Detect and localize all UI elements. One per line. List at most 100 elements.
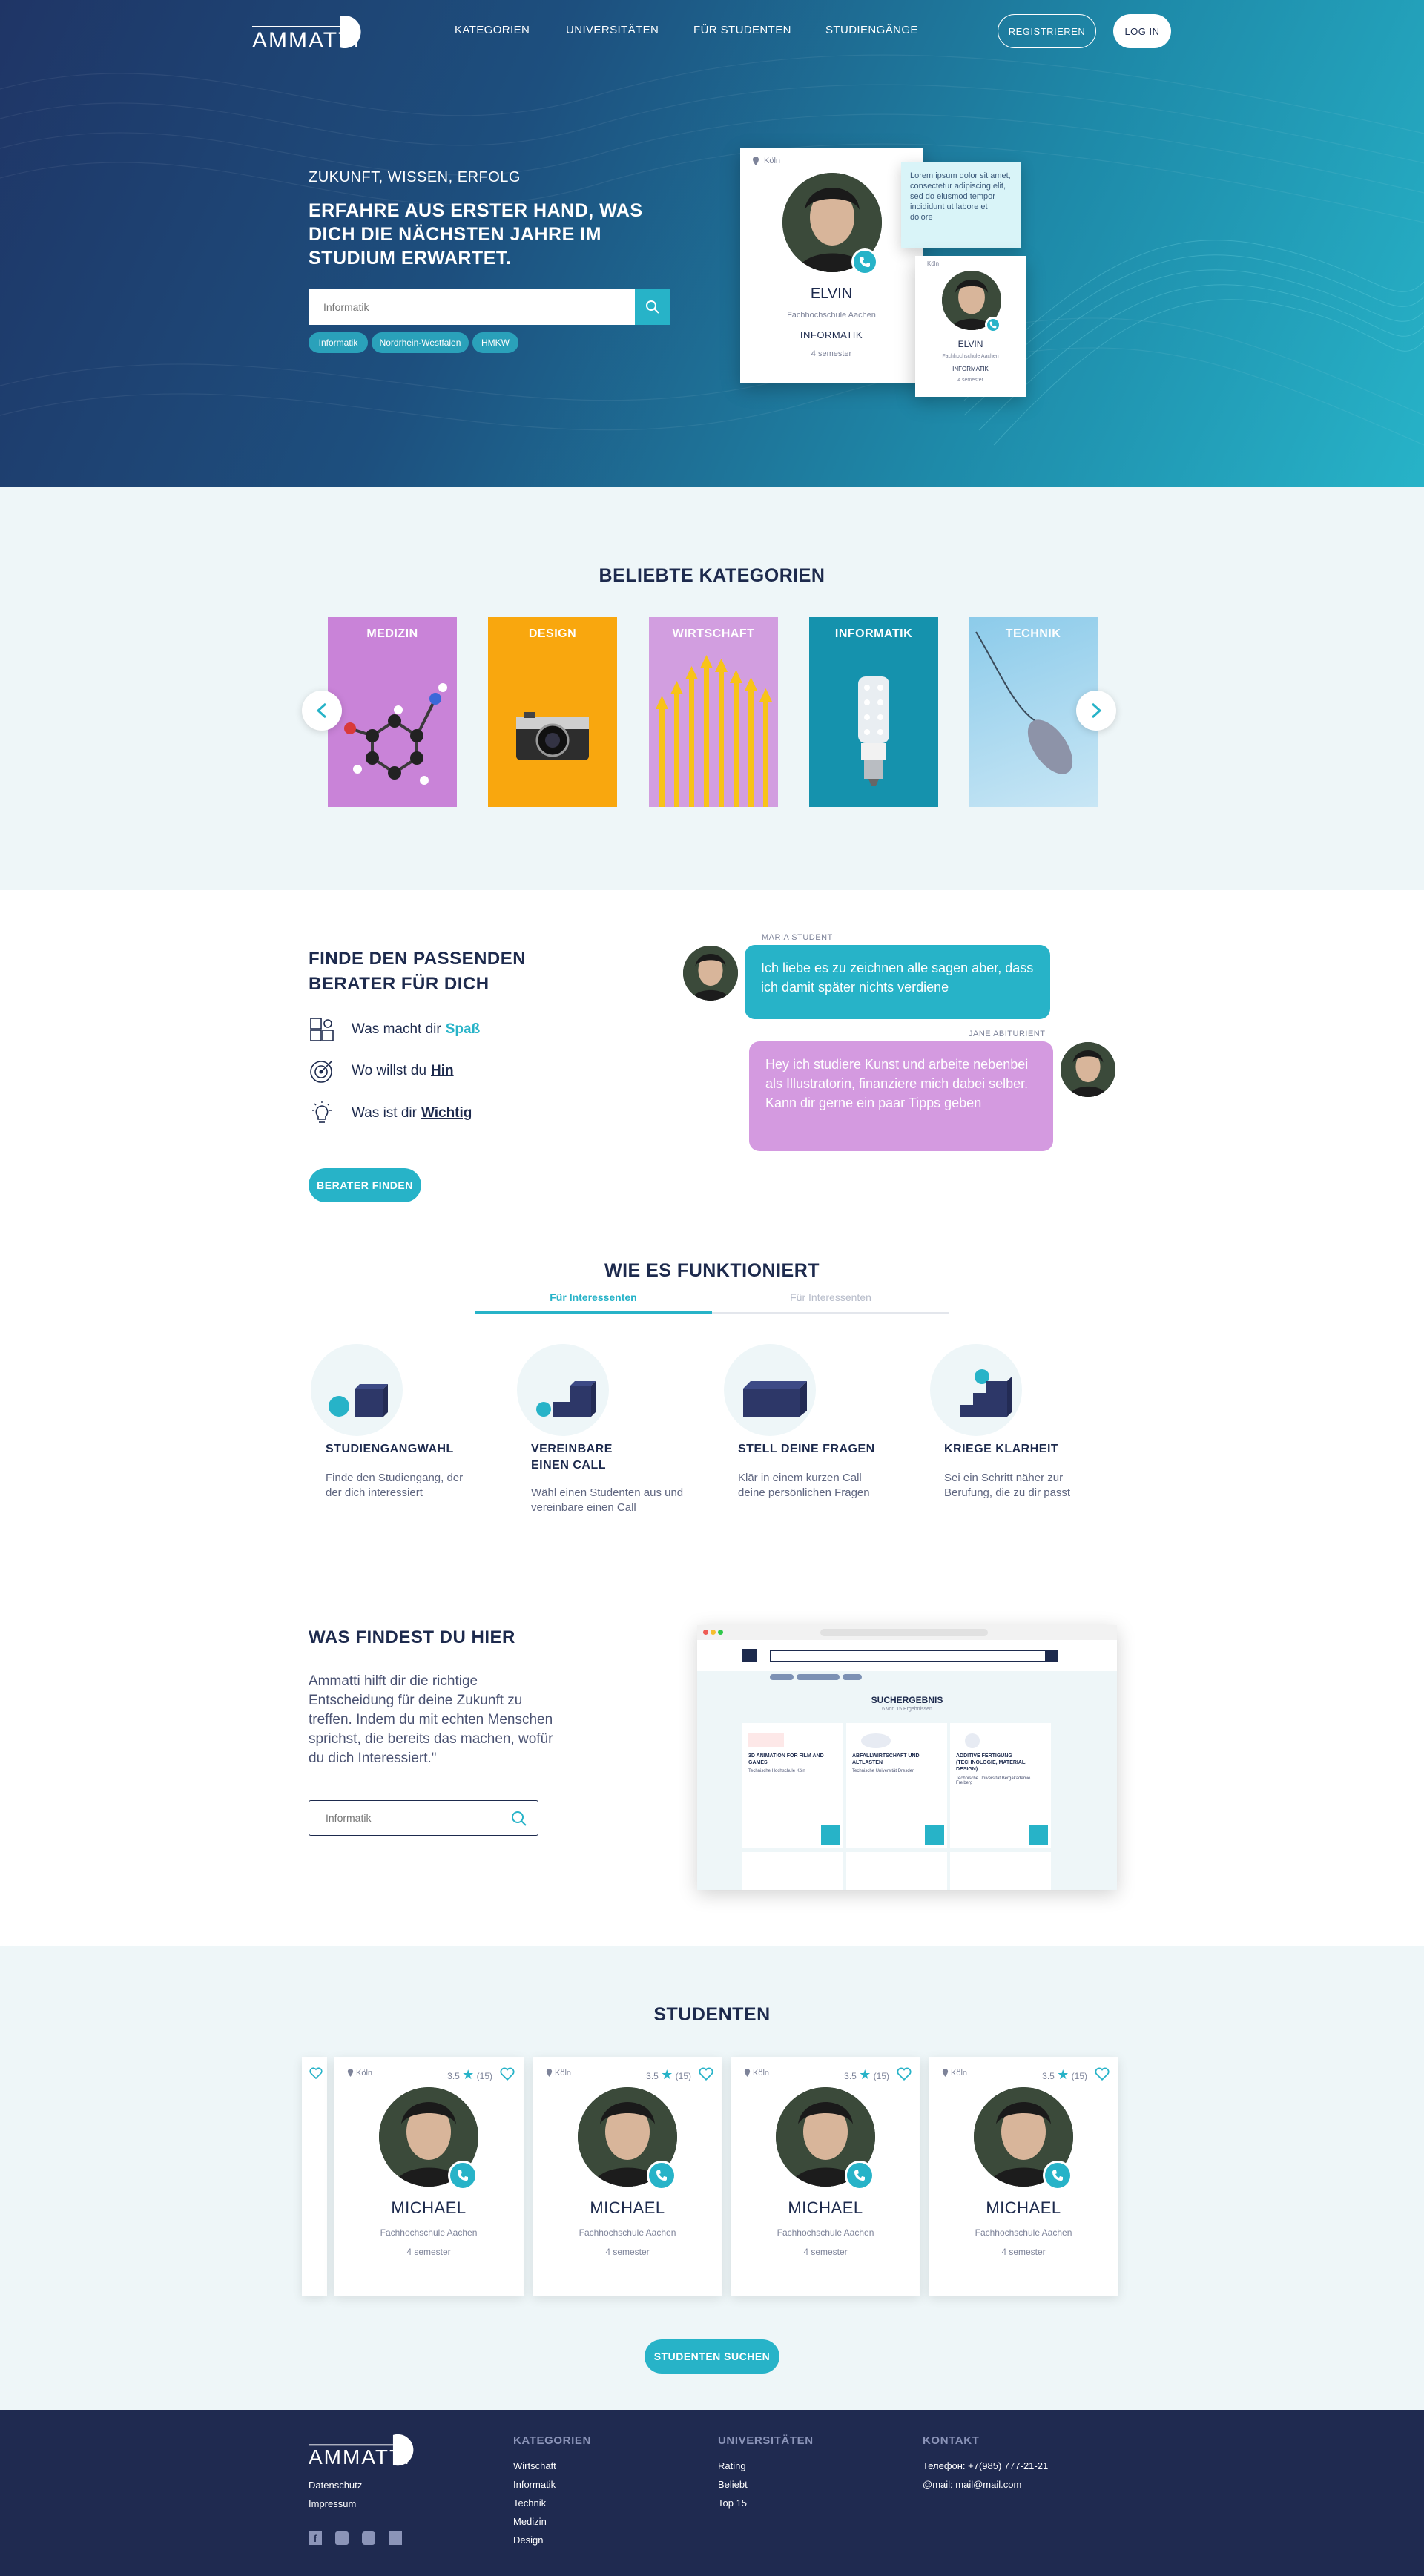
location-pin-icon [347,2069,354,2077]
hero-profile-card-small[interactable]: Köln ELVIN Fachhochschule Aachen INFORMA… [915,256,1026,397]
students-section: STUDENTEN Köln 3.5 ★ (15) MICHAEL Fachho… [0,1946,1424,2410]
youtube-icon[interactable] [335,2531,349,2545]
preview-card: 3D ANIMATION FOR FILM AND GAMES Technisc… [742,1723,843,1848]
card-name: ELVIN [810,286,853,302]
hero-tag[interactable]: HMKW [472,332,518,353]
category-card-design[interactable]: DESIGN [488,617,617,807]
hero-search-button[interactable] [635,289,670,325]
login-button[interactable]: LOG IN [1113,14,1171,48]
social-links: f [309,2531,402,2545]
preview-card-uni: Technische Universität Bergakademie Frei… [956,1776,1031,1785]
camera-image [516,712,589,760]
location-pin-icon [753,157,759,165]
nav-fuer-studenten[interactable]: FÜR STUDENTEN [693,24,791,36]
heart-icon[interactable] [699,2067,713,2081]
hero-search-input[interactable] [309,289,635,325]
category-label: MEDIZIN [366,627,418,640]
phone-icon [656,2170,667,2181]
instagram-icon[interactable] [362,2531,375,2545]
findest-search-input[interactable] [309,1800,538,1836]
step-text: Finde den Studiengang, der der dich inte… [326,1472,464,1499]
rating-count: (15) [675,2071,691,2081]
star-icon: ★ [661,2067,673,2082]
register-button[interactable]: REGISTRIEREN [998,14,1096,48]
preview-heading: SUCHERGEBNIS [871,1695,943,1705]
step-title: KRIEGE KLARHEIT [944,1443,1059,1455]
facebook-icon[interactable]: f [309,2531,322,2545]
hero-profile-card[interactable]: Köln ELVIN Fachhochschule Aachen INFORMA… [740,148,923,383]
arrows-image [656,655,772,807]
student-university: Fachhochschule Aachen [578,2227,676,2238]
heart-icon[interactable] [1095,2067,1110,2081]
hero-kicker: ZUKUNFT, WISSEN, ERFOLG [309,169,521,185]
phone-icon [860,257,870,267]
feature-text: Wo willst du [352,1063,427,1078]
student-card[interactable]: Köln 3.5 ★ (15) MICHAEL Fachhochschule A… [533,2057,722,2296]
heart-icon[interactable] [897,2067,912,2081]
footer-logo[interactable]: AMMATTI [309,2432,420,2469]
categories-section: BELIEBTE KATEGORIEN MEDIZIN DESIGN WIRTS… [0,487,1424,890]
footer-email[interactable]: @mail: mail@mail.com [923,2479,1021,2490]
category-card-wirtschaft[interactable]: WIRTSCHAFT [649,617,778,807]
tab-interessenten[interactable]: Für Interessenten [475,1291,712,1303]
carousel-next-button[interactable] [1076,691,1116,731]
rating-count: (15) [1071,2071,1087,2081]
star-icon: ★ [462,2067,475,2082]
preview-tags [770,1674,862,1680]
call-button[interactable] [1043,2161,1072,2190]
star-icon: ★ [859,2067,871,2082]
telegram-icon[interactable] [389,2531,402,2545]
footer-link[interactable]: Beliebt [718,2479,748,2490]
berater-finden-button[interactable]: BERATER FINDEN [309,1168,421,1202]
phone-icon [458,2170,468,2181]
preview-card-uni: Technische Universität Dresden [852,1769,915,1773]
rating-value: 3.5 [447,2071,460,2081]
hero-tag[interactable]: Nordrhein-Westfalen [372,332,469,353]
heart-icon[interactable] [309,2067,323,2079]
tab-interessenten-2[interactable]: Für Interessenten [712,1291,949,1303]
rating-count: (15) [476,2071,492,2081]
footer-link-impressum[interactable]: Impressum [309,2498,356,2509]
call-button[interactable] [851,248,878,275]
rating-value: 3.5 [844,2071,857,2081]
student-university: Fachhochschule Aachen [975,2227,1072,2238]
logo[interactable]: AMMATTI [252,13,367,53]
call-button[interactable] [448,2161,478,2190]
step-text: Sei ein Schritt näher zur Berufung, die … [944,1472,1071,1499]
feature-highlight: Hin [431,1063,454,1078]
student-card[interactable]: Köln 3.5 ★ (15) MICHAEL Fachhochschule A… [334,2057,524,2296]
student-card[interactable]: Köln 3.5 ★ (15) MICHAEL Fachhochschule A… [929,2057,1118,2296]
footer-link[interactable]: Top 15 [718,2497,747,2509]
step-illustration [724,1344,816,1436]
footer-link[interactable]: Informatik [513,2479,556,2490]
category-label: DESIGN [528,627,577,640]
footer-link[interactable]: Rating [718,2460,746,2471]
call-button[interactable] [985,317,1001,333]
call-button[interactable] [845,2161,874,2190]
studenten-suchen-button[interactable]: STUDENTEN SUCHEN [645,2339,779,2374]
nav-universitaeten[interactable]: UNIVERSITÄTEN [566,24,659,36]
category-card-informatik[interactable]: INFORMATIK [809,617,938,807]
footer-link[interactable]: Technik [513,2497,546,2509]
footer-link-datenschutz[interactable]: Datenschutz [309,2480,362,2491]
location-pin-icon [942,2069,949,2077]
location-pin-icon [744,2069,751,2077]
search-icon[interactable] [511,1811,527,1827]
call-button[interactable] [647,2161,676,2190]
footer-link[interactable]: Medizin [513,2516,547,2527]
preview-card-title: ADDITIVE FERTIGUNG (TECHNOLOGIE, MATERIA… [956,1753,1027,1772]
nav-kategorien[interactable]: KATEGORIEN [455,24,530,36]
footer-col-title: KATEGORIEN [513,2434,591,2447]
footer-link[interactable]: Wirtschaft [513,2460,556,2471]
student-card[interactable]: Köln 3.5 ★ (15) MICHAEL Fachhochschule A… [731,2057,920,2296]
card-location: Köln [764,157,781,165]
step-title: VEREINBARE EINEN CALL [531,1443,613,1472]
heart-icon[interactable] [500,2067,515,2081]
feature-row: Was macht dir Spaß [309,1015,480,1044]
nav-studiengaenge[interactable]: STUDIENGÄNGE [825,24,918,36]
footer-link[interactable]: Design [513,2534,543,2546]
student-card-partial [302,2057,327,2296]
carousel-prev-button[interactable] [302,691,342,731]
hero-tag[interactable]: Informatik [309,332,368,353]
category-card-medizin[interactable]: MEDIZIN [328,617,457,807]
